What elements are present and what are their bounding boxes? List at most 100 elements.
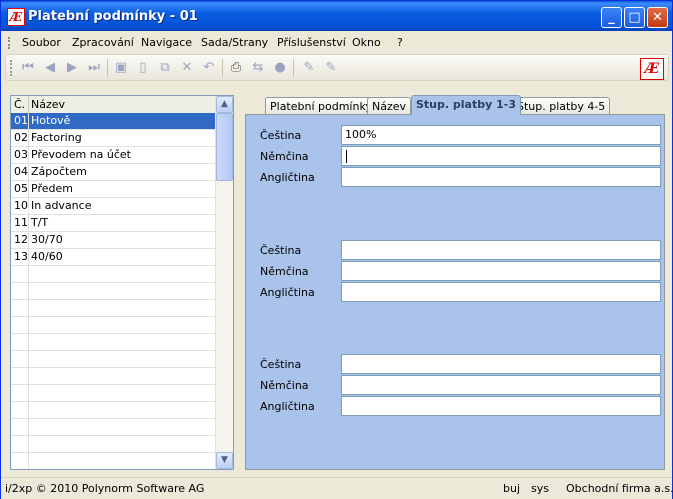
close-button[interactable]: ✕ [647,7,668,28]
menu-zpracovani[interactable]: Zpracování [72,36,134,49]
label-cestina: Čeština [260,244,302,257]
last-record-icon[interactable]: ⏭ [86,60,102,76]
payment-terms-list[interactable]: Č. Název 01 Hotově 02 Factoring 03 Převodem… [10,95,234,470]
row-name: Zápočtem [31,165,87,178]
row-number: 11 [11,215,29,231]
row-name: Hotově [31,114,71,127]
field-nemcina-3[interactable] [341,375,661,395]
empty-row [11,283,217,300]
list-item[interactable]: 05 Předem [11,181,217,198]
scroll-down-icon[interactable]: ▼ [216,452,233,469]
tab-stup-platby-4-5[interactable]: Stup. platby 4-5 [512,97,611,114]
list-item[interactable]: 13 40/60 [11,249,217,266]
first-record-icon[interactable]: ⏮ [20,60,36,76]
copy-icon[interactable]: ⧉ [157,60,173,76]
row-name: 30/70 [31,233,63,246]
field-anglictina-1[interactable] [341,167,661,187]
menu-grip-icon [8,37,13,49]
menu-sada-strany[interactable]: Sada/Strany [201,36,268,49]
empty-row [11,351,217,368]
help-icon[interactable]: ● [272,60,288,76]
label-anglictina: Angličtina [260,400,315,413]
field-nemcina-1[interactable] [341,146,661,166]
title-bar[interactable]: Æ Platební podmínky - 01 _ □ ✕ [1,1,672,31]
menu-navigace[interactable]: Navigace [141,36,192,49]
empty-row [11,266,217,283]
field-anglictina-2[interactable] [341,282,661,302]
row-number: 01 [11,113,29,129]
empty-row [11,317,217,334]
list-header: Č. Název [11,96,217,114]
application-window: Æ Platební podmínky - 01 _ □ ✕ Soubor Zp… [0,0,673,499]
tab-nazev[interactable]: Název [367,97,412,114]
field-cestina-1[interactable]: 100% [341,125,661,145]
minimize-button[interactable]: _ [601,7,622,28]
print-icon[interactable]: ⎙ [228,60,244,76]
company-logo: Æ [640,58,664,80]
status-bar: i/2xp © 2010 Polynorm Software AG buj sy… [1,477,673,499]
menu-bar: Soubor Zpracování Navigace Sada/Strany P… [1,32,672,54]
list-item[interactable]: 10 In advance [11,198,217,215]
undo-icon[interactable]: ↶ [201,60,217,76]
menu-okno[interactable]: Okno [352,36,381,49]
empty-row [11,334,217,351]
empty-row [11,453,217,469]
status-database: sys [531,482,549,495]
field-cestina-2[interactable] [341,240,661,260]
edit-all-icon[interactable]: ✎ [323,60,339,76]
tab-stup-platby-1-3[interactable]: Stup. platby 1-3 [411,95,521,115]
app-logo-icon[interactable]: Æ [7,8,25,26]
field-nemcina-2[interactable] [341,261,661,281]
column-header-name[interactable]: Název [31,96,65,113]
empty-row [11,385,217,402]
row-name: 40/60 [31,250,63,263]
row-name: Převodem na účet [31,148,131,161]
empty-row [11,368,217,385]
tab-panel: Čeština 100% Němčina Angličtina Čeština … [245,114,665,470]
list-item[interactable]: 01 Hotově [11,113,217,130]
list-item[interactable]: 02 Factoring [11,130,217,147]
list-item[interactable]: 03 Převodem na účet [11,147,217,164]
text-caret [346,149,347,163]
list-item[interactable]: 04 Zápočtem [11,164,217,181]
status-copyright: i/2xp © 2010 Polynorm Software AG [5,482,205,495]
row-number: 13 [11,249,29,265]
row-name: Factoring [31,131,82,144]
row-number: 05 [11,181,29,197]
row-name: In advance [31,199,92,212]
row-number: 12 [11,232,29,248]
tab-platebni-podminky[interactable]: Platební podmínky [265,97,377,114]
toolbar: ⏮ ◀ ▶ ⏭ ▣ ▯ ⧉ ✕ ↶ ⎙ ⇆ ● ✎ ✎ Æ [5,54,669,81]
next-record-icon[interactable]: ▶ [64,60,80,76]
label-cestina: Čeština [260,129,302,142]
column-header-number[interactable]: Č. [11,96,29,113]
list-scrollbar[interactable]: ▲ ▼ [215,96,233,469]
field-cestina-3[interactable] [341,354,661,374]
scroll-up-icon[interactable]: ▲ [216,96,233,113]
row-name: T/T [31,216,49,229]
menu-help[interactable]: ? [397,36,403,49]
label-nemcina: Němčina [260,150,309,163]
label-anglictina: Angličtina [260,171,315,184]
delete-icon[interactable]: ✕ [179,60,195,76]
list-item[interactable]: 12 30/70 [11,232,217,249]
scroll-thumb[interactable] [216,113,233,181]
previous-record-icon[interactable]: ◀ [42,60,58,76]
field-anglictina-3[interactable] [341,396,661,416]
edit-icon[interactable]: ✎ [301,60,317,76]
menu-prislusenstvi[interactable]: Příslušenství [277,36,346,49]
maximize-button[interactable]: □ [624,7,645,28]
label-nemcina: Němčina [260,379,309,392]
row-number: 03 [11,147,29,163]
save-icon[interactable]: ▣ [113,60,129,76]
status-company: Obchodní firma a.s. [566,482,673,495]
label-anglictina: Angličtina [260,286,315,299]
export-icon[interactable]: ⇆ [250,60,266,76]
empty-row [11,300,217,317]
status-user: buj [503,482,521,495]
menu-soubor[interactable]: Soubor [22,36,61,49]
list-item[interactable]: 11 T/T [11,215,217,232]
toolbar-grip-icon [10,60,14,76]
toolbar-separator [107,59,108,77]
new-icon[interactable]: ▯ [135,60,151,76]
